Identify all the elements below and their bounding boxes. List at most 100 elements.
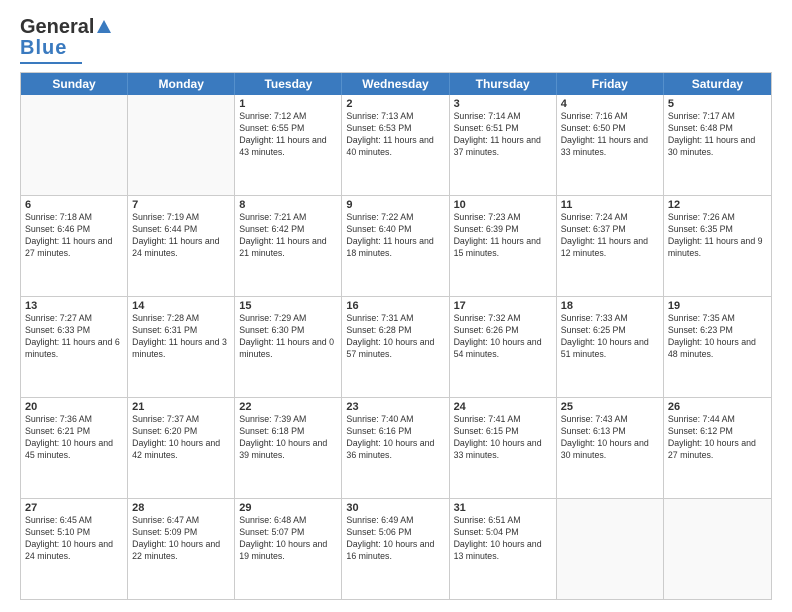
- day-cell-29: 29Sunrise: 6:48 AM Sunset: 5:07 PM Dayli…: [235, 499, 342, 599]
- day-info: Sunrise: 7:43 AM Sunset: 6:13 PM Dayligh…: [561, 414, 659, 462]
- day-info: Sunrise: 7:23 AM Sunset: 6:39 PM Dayligh…: [454, 212, 552, 260]
- calendar-row-5: 27Sunrise: 6:45 AM Sunset: 5:10 PM Dayli…: [21, 498, 771, 599]
- day-info: Sunrise: 7:26 AM Sunset: 6:35 PM Dayligh…: [668, 212, 767, 260]
- day-cell-2: 2Sunrise: 7:13 AM Sunset: 6:53 PM Daylig…: [342, 95, 449, 195]
- day-number: 6: [25, 199, 123, 211]
- day-number: 1: [239, 98, 337, 110]
- day-cell-9: 9Sunrise: 7:22 AM Sunset: 6:40 PM Daylig…: [342, 196, 449, 296]
- day-info: Sunrise: 7:44 AM Sunset: 6:12 PM Dayligh…: [668, 414, 767, 462]
- day-info: Sunrise: 7:39 AM Sunset: 6:18 PM Dayligh…: [239, 414, 337, 462]
- day-cell-21: 21Sunrise: 7:37 AM Sunset: 6:20 PM Dayli…: [128, 398, 235, 498]
- day-info: Sunrise: 7:12 AM Sunset: 6:55 PM Dayligh…: [239, 111, 337, 159]
- calendar: SundayMondayTuesdayWednesdayThursdayFrid…: [20, 72, 772, 600]
- weekday-header-monday: Monday: [128, 73, 235, 95]
- calendar-row-4: 20Sunrise: 7:36 AM Sunset: 6:21 PM Dayli…: [21, 397, 771, 498]
- day-info: Sunrise: 6:47 AM Sunset: 5:09 PM Dayligh…: [132, 515, 230, 563]
- logo-underline: [20, 62, 82, 64]
- day-info: Sunrise: 7:18 AM Sunset: 6:46 PM Dayligh…: [25, 212, 123, 260]
- day-cell-10: 10Sunrise: 7:23 AM Sunset: 6:39 PM Dayli…: [450, 196, 557, 296]
- weekday-header-tuesday: Tuesday: [235, 73, 342, 95]
- day-number: 17: [454, 300, 552, 312]
- day-info: Sunrise: 7:32 AM Sunset: 6:26 PM Dayligh…: [454, 313, 552, 361]
- calendar-row-2: 6Sunrise: 7:18 AM Sunset: 6:46 PM Daylig…: [21, 195, 771, 296]
- day-info: Sunrise: 7:40 AM Sunset: 6:16 PM Dayligh…: [346, 414, 444, 462]
- day-cell-15: 15Sunrise: 7:29 AM Sunset: 6:30 PM Dayli…: [235, 297, 342, 397]
- weekday-header-wednesday: Wednesday: [342, 73, 449, 95]
- day-cell-28: 28Sunrise: 6:47 AM Sunset: 5:09 PM Dayli…: [128, 499, 235, 599]
- day-number: 14: [132, 300, 230, 312]
- day-cell-27: 27Sunrise: 6:45 AM Sunset: 5:10 PM Dayli…: [21, 499, 128, 599]
- day-info: Sunrise: 7:35 AM Sunset: 6:23 PM Dayligh…: [668, 313, 767, 361]
- day-cell-12: 12Sunrise: 7:26 AM Sunset: 6:35 PM Dayli…: [664, 196, 771, 296]
- day-cell-30: 30Sunrise: 6:49 AM Sunset: 5:06 PM Dayli…: [342, 499, 449, 599]
- day-info: Sunrise: 7:31 AM Sunset: 6:28 PM Dayligh…: [346, 313, 444, 361]
- day-cell-5: 5Sunrise: 7:17 AM Sunset: 6:48 PM Daylig…: [664, 95, 771, 195]
- calendar-row-3: 13Sunrise: 7:27 AM Sunset: 6:33 PM Dayli…: [21, 296, 771, 397]
- day-number: 8: [239, 199, 337, 211]
- day-info: Sunrise: 7:24 AM Sunset: 6:37 PM Dayligh…: [561, 212, 659, 260]
- day-cell-25: 25Sunrise: 7:43 AM Sunset: 6:13 PM Dayli…: [557, 398, 664, 498]
- day-info: Sunrise: 7:19 AM Sunset: 6:44 PM Dayligh…: [132, 212, 230, 260]
- day-cell-18: 18Sunrise: 7:33 AM Sunset: 6:25 PM Dayli…: [557, 297, 664, 397]
- day-number: 13: [25, 300, 123, 312]
- day-number: 24: [454, 401, 552, 413]
- weekday-header-saturday: Saturday: [664, 73, 771, 95]
- day-number: 9: [346, 199, 444, 211]
- day-number: 5: [668, 98, 767, 110]
- day-info: Sunrise: 7:29 AM Sunset: 6:30 PM Dayligh…: [239, 313, 337, 361]
- day-number: 25: [561, 401, 659, 413]
- day-number: 7: [132, 199, 230, 211]
- day-number: 26: [668, 401, 767, 413]
- day-number: 18: [561, 300, 659, 312]
- day-number: 4: [561, 98, 659, 110]
- weekday-header-thursday: Thursday: [450, 73, 557, 95]
- logo-blue: Blue: [20, 37, 67, 60]
- day-info: Sunrise: 6:45 AM Sunset: 5:10 PM Dayligh…: [25, 515, 123, 563]
- day-info: Sunrise: 7:14 AM Sunset: 6:51 PM Dayligh…: [454, 111, 552, 159]
- day-info: Sunrise: 7:37 AM Sunset: 6:20 PM Dayligh…: [132, 414, 230, 462]
- empty-cell-4-5: [557, 499, 664, 599]
- day-info: Sunrise: 7:17 AM Sunset: 6:48 PM Dayligh…: [668, 111, 767, 159]
- day-number: 27: [25, 502, 123, 514]
- day-number: 23: [346, 401, 444, 413]
- day-cell-13: 13Sunrise: 7:27 AM Sunset: 6:33 PM Dayli…: [21, 297, 128, 397]
- page: General Blue SundayMondayTuesdayWednesda…: [0, 0, 792, 612]
- day-cell-1: 1Sunrise: 7:12 AM Sunset: 6:55 PM Daylig…: [235, 95, 342, 195]
- day-number: 31: [454, 502, 552, 514]
- day-cell-31: 31Sunrise: 6:51 AM Sunset: 5:04 PM Dayli…: [450, 499, 557, 599]
- day-number: 2: [346, 98, 444, 110]
- day-info: Sunrise: 7:28 AM Sunset: 6:31 PM Dayligh…: [132, 313, 230, 361]
- day-info: Sunrise: 7:13 AM Sunset: 6:53 PM Dayligh…: [346, 111, 444, 159]
- weekday-header-friday: Friday: [557, 73, 664, 95]
- day-number: 12: [668, 199, 767, 211]
- calendar-row-1: 1Sunrise: 7:12 AM Sunset: 6:55 PM Daylig…: [21, 95, 771, 195]
- day-info: Sunrise: 6:49 AM Sunset: 5:06 PM Dayligh…: [346, 515, 444, 563]
- day-number: 16: [346, 300, 444, 312]
- day-cell-19: 19Sunrise: 7:35 AM Sunset: 6:23 PM Dayli…: [664, 297, 771, 397]
- day-info: Sunrise: 7:16 AM Sunset: 6:50 PM Dayligh…: [561, 111, 659, 159]
- day-cell-17: 17Sunrise: 7:32 AM Sunset: 6:26 PM Dayli…: [450, 297, 557, 397]
- logo: General Blue: [20, 16, 111, 64]
- day-cell-20: 20Sunrise: 7:36 AM Sunset: 6:21 PM Dayli…: [21, 398, 128, 498]
- day-number: 29: [239, 502, 337, 514]
- day-number: 28: [132, 502, 230, 514]
- day-cell-11: 11Sunrise: 7:24 AM Sunset: 6:37 PM Dayli…: [557, 196, 664, 296]
- day-cell-6: 6Sunrise: 7:18 AM Sunset: 6:46 PM Daylig…: [21, 196, 128, 296]
- day-cell-7: 7Sunrise: 7:19 AM Sunset: 6:44 PM Daylig…: [128, 196, 235, 296]
- day-cell-8: 8Sunrise: 7:21 AM Sunset: 6:42 PM Daylig…: [235, 196, 342, 296]
- day-cell-24: 24Sunrise: 7:41 AM Sunset: 6:15 PM Dayli…: [450, 398, 557, 498]
- logo-triangle-icon: [97, 20, 111, 33]
- day-info: Sunrise: 7:21 AM Sunset: 6:42 PM Dayligh…: [239, 212, 337, 260]
- day-info: Sunrise: 7:27 AM Sunset: 6:33 PM Dayligh…: [25, 313, 123, 361]
- empty-cell-0-0: [21, 95, 128, 195]
- header: General Blue: [20, 16, 772, 64]
- day-cell-16: 16Sunrise: 7:31 AM Sunset: 6:28 PM Dayli…: [342, 297, 449, 397]
- day-cell-4: 4Sunrise: 7:16 AM Sunset: 6:50 PM Daylig…: [557, 95, 664, 195]
- day-cell-3: 3Sunrise: 7:14 AM Sunset: 6:51 PM Daylig…: [450, 95, 557, 195]
- day-number: 21: [132, 401, 230, 413]
- day-number: 20: [25, 401, 123, 413]
- day-cell-23: 23Sunrise: 7:40 AM Sunset: 6:16 PM Dayli…: [342, 398, 449, 498]
- day-number: 22: [239, 401, 337, 413]
- weekday-header-sunday: Sunday: [21, 73, 128, 95]
- logo-general: General: [20, 16, 94, 39]
